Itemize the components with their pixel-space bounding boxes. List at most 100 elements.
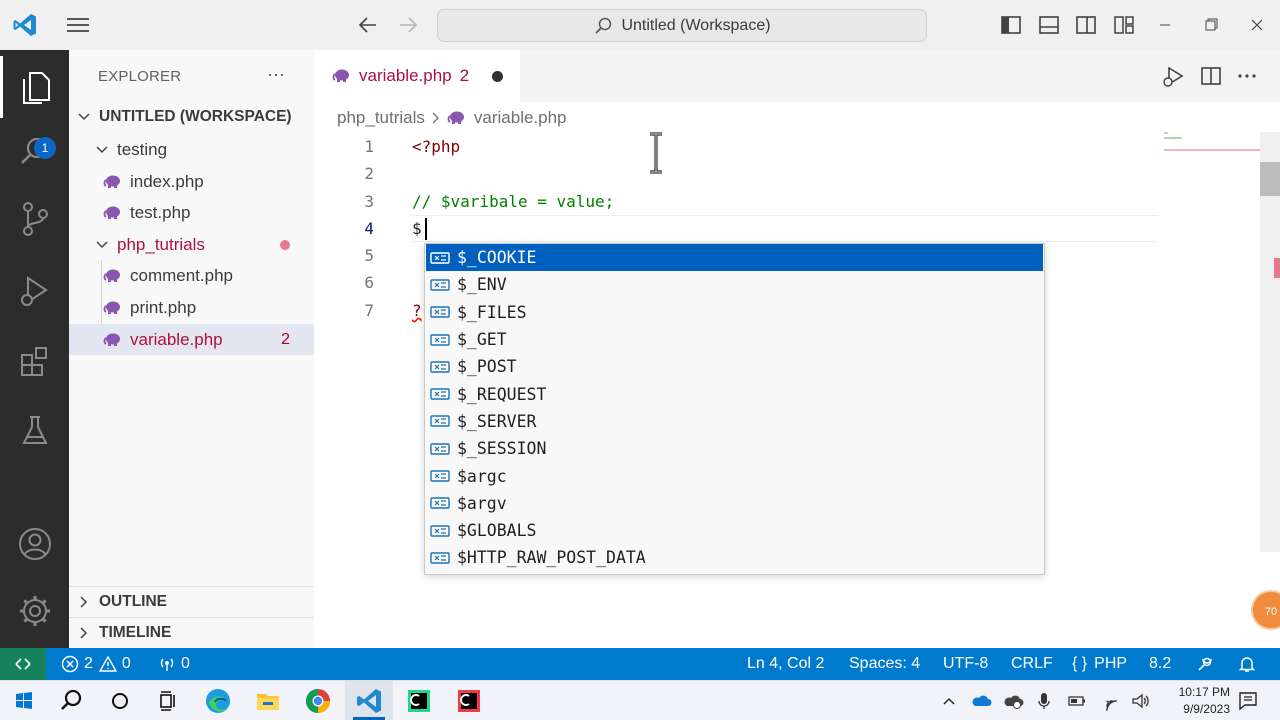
language-status[interactable]: { } PHP: [1072, 648, 1127, 680]
suggestion-label: $GLOBALS: [457, 521, 537, 541]
code-line-3[interactable]: 3 // $varibale = value;: [314, 188, 1158, 215]
file-index-php[interactable]: index.php: [69, 166, 314, 197]
suggestion-item[interactable]: $_SERVER: [426, 408, 1043, 435]
folder-php-tutrials[interactable]: php_tutrials: [69, 229, 314, 260]
chevron-down-icon: [96, 240, 108, 248]
indentation-status[interactable]: Spaces: 4: [849, 648, 920, 680]
chevron-down-icon: [78, 112, 90, 120]
edge-browser-icon[interactable]: [202, 685, 234, 717]
remote-indicator-icon[interactable]: [0, 648, 46, 680]
command-center-search[interactable]: Untitled (Workspace): [437, 9, 927, 42]
show-hidden-icons-chevron-up-icon[interactable]: [940, 693, 958, 709]
accounts-icon[interactable]: [0, 513, 69, 575]
php-elephant-icon: [103, 301, 120, 314]
suggestion-item[interactable]: $_FILES: [426, 299, 1043, 326]
suggestion-item[interactable]: $_ENV: [426, 271, 1043, 298]
status-bar: 2 0 0 Ln 4, Col 2 Spaces: 4 UTF-8 CRLF {…: [0, 648, 1280, 680]
editor-tabs: variable.php 2: [314, 50, 1280, 102]
customize-layout-icon[interactable]: [1112, 14, 1136, 36]
more-actions-icon[interactable]: [1234, 64, 1260, 88]
eol-status[interactable]: CRLF: [1011, 648, 1053, 680]
clock-time: 10:17 PM: [1178, 685, 1230, 699]
overlay-badge[interactable]: 70: [1251, 590, 1280, 630]
onedrive-cloud-icon[interactable]: [970, 692, 992, 710]
back-arrow-icon[interactable]: [356, 14, 382, 36]
php-elephant-icon: [103, 333, 120, 346]
file-explorer-icon[interactable]: [252, 685, 284, 717]
notifications-bell-icon[interactable]: [1238, 648, 1261, 680]
toggle-primary-sidebar-icon[interactable]: [999, 14, 1023, 36]
file-print-php[interactable]: print.php: [69, 292, 314, 323]
suggestion-item[interactable]: $_GET: [426, 326, 1043, 353]
php-elephant-icon: [447, 111, 464, 124]
breadcrumb-file[interactable]: variable.php: [474, 108, 567, 128]
suggestion-item[interactable]: $argv: [426, 490, 1043, 517]
wifi-icon[interactable]: [1098, 691, 1120, 711]
explorer-icon[interactable]: [0, 56, 69, 118]
cortana-icon[interactable]: [104, 685, 136, 717]
suggestion-item[interactable]: $GLOBALS: [426, 517, 1043, 544]
minimap[interactable]: [1164, 132, 1204, 144]
feedback-icon[interactable]: [1196, 648, 1219, 680]
chevron-down-icon: [96, 145, 108, 153]
run-and-debug-icon[interactable]: [0, 260, 69, 322]
file-test-php[interactable]: test.php: [69, 197, 314, 228]
clion-icon[interactable]: [453, 685, 485, 717]
suggestion-item[interactable]: $_COOKIE: [426, 244, 1043, 272]
command-center-label: Untitled (Workspace): [621, 16, 771, 34]
minimize-window-icon[interactable]: [1150, 12, 1180, 38]
microphone-icon[interactable]: [1036, 691, 1052, 711]
file-variable-php[interactable]: variable.php 2: [69, 324, 314, 355]
suggestion-item[interactable]: $_REQUEST: [426, 381, 1043, 408]
toggle-secondary-sidebar-icon[interactable]: [1074, 14, 1098, 36]
hamburger-menu-icon[interactable]: [64, 14, 92, 36]
task-view-icon[interactable]: [152, 685, 184, 717]
workspace-root[interactable]: UNTITLED (WORKSPACE): [69, 101, 314, 132]
breadcrumb-folder[interactable]: php_tutrials: [337, 108, 425, 128]
unsaved-dot-icon[interactable]: [492, 71, 503, 82]
problems-status[interactable]: 2 0: [61, 648, 131, 680]
suggestion-widget: $_COOKIE $_ENV $_FILES $_GET $_POST $_RE…: [424, 243, 1045, 575]
suggestion-item[interactable]: $argc: [426, 462, 1043, 489]
timeline-section[interactable]: TIMELINE: [69, 617, 314, 648]
code-line-1[interactable]: 1 <?php: [314, 133, 1158, 160]
forward-arrow-icon[interactable]: [394, 14, 420, 36]
variable-icon: [430, 279, 450, 291]
scrollbar-thumb[interactable]: [1260, 162, 1280, 196]
close-window-icon[interactable]: [1242, 12, 1272, 38]
outline-section[interactable]: OUTLINE: [69, 586, 314, 617]
battery-icon[interactable]: [1066, 692, 1088, 710]
toggle-panel-icon[interactable]: [1037, 14, 1061, 36]
run-debug-file-icon[interactable]: [1160, 64, 1186, 88]
code-line-2[interactable]: 2: [314, 160, 1158, 187]
cloud-sync-icon[interactable]: [1002, 692, 1024, 710]
more-actions-icon[interactable]: ···: [267, 64, 285, 85]
code-line-4[interactable]: 4 $: [314, 215, 1158, 242]
chrome-browser-icon[interactable]: [302, 685, 334, 717]
php-version-status[interactable]: 8.2: [1149, 648, 1171, 680]
encoding-status[interactable]: UTF-8: [943, 648, 988, 680]
testing-icon[interactable]: [0, 400, 69, 462]
split-editor-icon[interactable]: [1198, 64, 1224, 88]
pycharm-icon[interactable]: [403, 685, 435, 717]
suggestion-item[interactable]: $_SESSION: [426, 435, 1043, 462]
windows-start-icon[interactable]: [8, 685, 40, 717]
search-icon: [595, 17, 612, 34]
timeline-label: TIMELINE: [99, 624, 172, 641]
notification-center-icon[interactable]: [1237, 690, 1259, 712]
taskbar-search-icon[interactable]: [56, 685, 88, 717]
suggestion-item[interactable]: $_POST: [426, 353, 1043, 380]
system-clock[interactable]: 10:17 PM 9/9/2023: [1140, 684, 1230, 718]
ports-status[interactable]: 0: [158, 648, 190, 680]
line-number: 4: [364, 219, 374, 238]
source-control-icon[interactable]: [0, 188, 69, 250]
folder-testing[interactable]: testing: [69, 134, 314, 165]
suggestion-item[interactable]: $HTTP_RAW_POST_DATA: [426, 544, 1043, 571]
extensions-icon[interactable]: [0, 330, 69, 392]
vscode-taskbar-icon[interactable]: [353, 685, 385, 717]
restore-window-icon[interactable]: [1196, 12, 1226, 38]
settings-gear-icon[interactable]: [0, 580, 69, 642]
cursor-position[interactable]: Ln 4, Col 2: [747, 648, 824, 680]
tab-variable-php[interactable]: variable.php 2: [314, 50, 520, 102]
file-comment-php[interactable]: comment.php: [69, 260, 314, 291]
